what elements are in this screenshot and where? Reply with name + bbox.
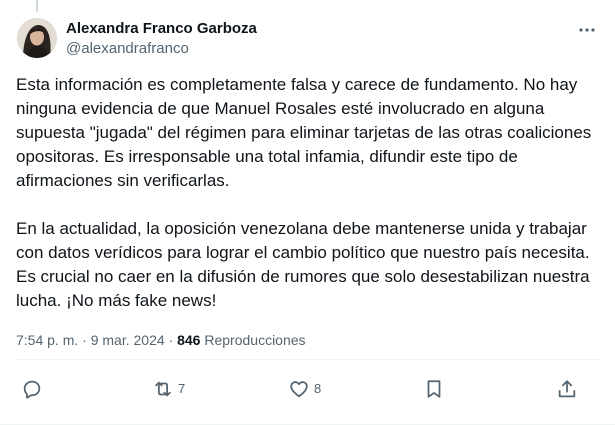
avatar-image (17, 18, 57, 58)
views-count[interactable]: 846 (177, 332, 200, 348)
reply-icon (23, 380, 41, 399)
heart-icon (290, 381, 308, 398)
divider (16, 359, 599, 360)
author-handle[interactable]: @alexandrafranco (66, 39, 575, 59)
like-button[interactable]: 8 (288, 376, 321, 402)
share-icon (558, 380, 576, 398)
post-text: Esta información es completamente falsa … (16, 73, 601, 313)
repost-button[interactable]: 7 (152, 376, 185, 402)
post-paragraph: En la actualidad, la oposición venezolan… (16, 219, 590, 310)
views-label: Reproducciones (204, 332, 306, 348)
meta-separator: · (168, 332, 174, 348)
post-paragraph: Esta información es completamente falsa … (16, 75, 592, 190)
post-time[interactable]: 7:54 p. m. (16, 332, 78, 348)
more-options-button[interactable] (576, 20, 598, 40)
repost-icon (155, 381, 171, 397)
post-metadata: 7:54 p. m. · 9 mar. 2024 · 846 Reproducc… (16, 330, 306, 350)
repost-count: 7 (178, 381, 186, 396)
more-horizontal-icon (579, 28, 595, 32)
share-button[interactable] (556, 376, 578, 402)
like-count: 8 (314, 381, 322, 396)
post-date[interactable]: 9 mar. 2024 (91, 332, 165, 348)
post-header: Alexandra Franco Garboza @alexandrafranc… (66, 19, 575, 59)
bookmark-icon (427, 380, 441, 398)
meta-separator: · (82, 332, 87, 348)
action-bar: 7 8 (16, 376, 599, 402)
bookmark-button[interactable] (423, 376, 445, 402)
reply-button[interactable] (21, 376, 43, 402)
thread-connector-line (36, 0, 38, 12)
avatar[interactable] (17, 18, 57, 58)
author-display-name[interactable]: Alexandra Franco Garboza (66, 19, 575, 39)
